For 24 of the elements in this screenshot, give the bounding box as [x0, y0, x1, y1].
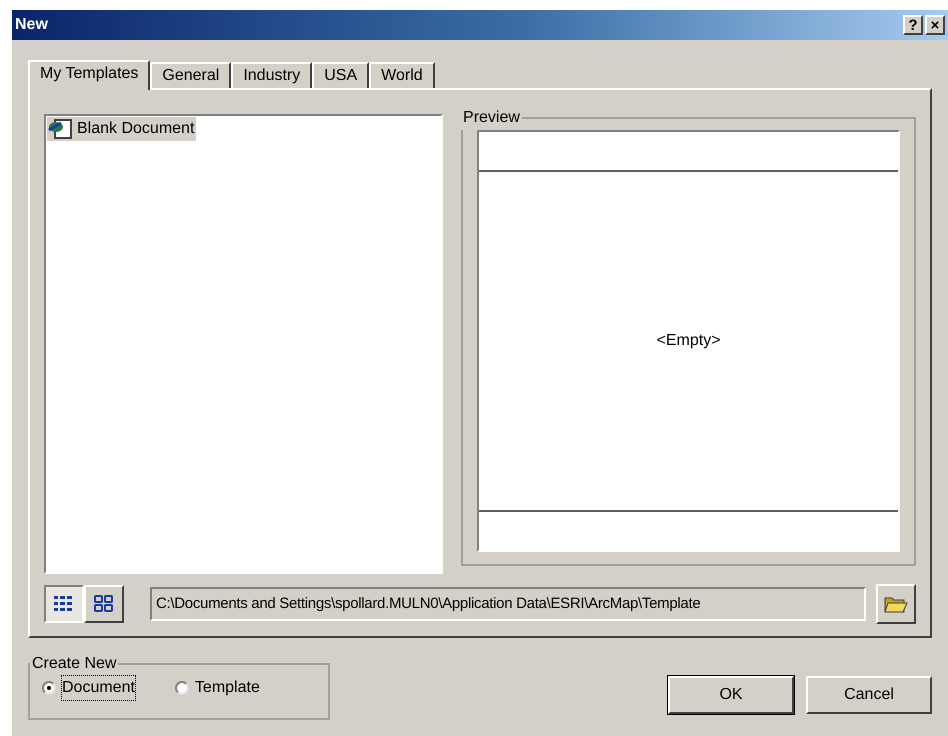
close-button[interactable]: × [925, 15, 945, 35]
cancel-button[interactable]: Cancel [806, 676, 932, 714]
tab[interactable]: General [150, 62, 232, 88]
tab[interactable]: World [369, 62, 435, 88]
tab[interactable]: USA [312, 62, 370, 88]
preview-text: <Empty> [656, 331, 721, 351]
radio-label[interactable]: Template [194, 676, 260, 700]
map-document-icon [47, 118, 75, 140]
radio-button[interactable] [174, 681, 189, 695]
browse-button[interactable] [876, 584, 916, 624]
radio-label[interactable]: Document [62, 676, 135, 700]
view-button[interactable] [44, 585, 84, 623]
tab[interactable]: My Templates [28, 60, 150, 90]
help-button[interactable]: ? [903, 15, 923, 35]
radio-button[interactable] [42, 681, 56, 695]
path-field[interactable]: C:\Documents and Settings\spollard.MULN0\Application Data\ESRI\ArcMap\Template [150, 587, 866, 621]
create-new-title: Create New [31, 654, 118, 674]
preview-title: Preview [462, 108, 521, 128]
tab[interactable]: Industry [231, 62, 312, 88]
template-item[interactable]: Blank Document [47, 117, 196, 141]
ok-button[interactable]: OK [668, 676, 794, 714]
large-icons-view-icon [93, 594, 115, 614]
window-title: New [15, 15, 48, 35]
list-view-icon [53, 594, 75, 614]
